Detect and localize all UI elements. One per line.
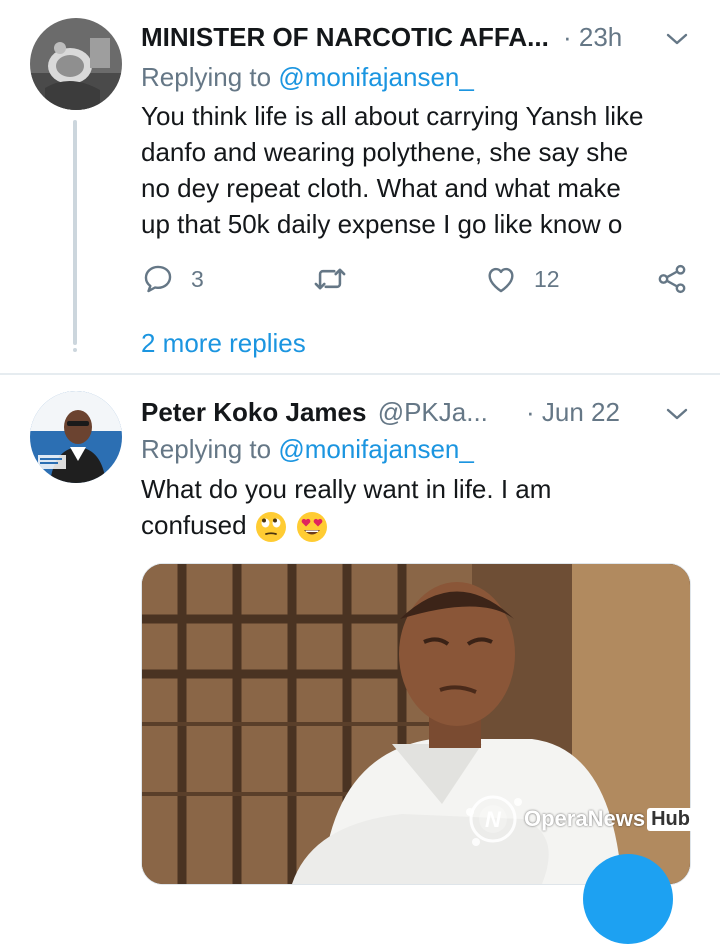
avatar-photo [30,391,122,483]
tweet-text-line: no dey repeat cloth. What and what make [141,173,621,203]
chevron-down-icon[interactable] [665,402,689,426]
tweet-text-line-2: confused [141,507,551,544]
replying-handle-link[interactable]: @monifajansen_ [278,434,474,464]
author-name-line: Peter Koko James @PKJa... [141,397,488,428]
tweet-text-line: danfo and wearing polythene, she say she [141,137,629,167]
more-replies-link[interactable]: 2 more replies [141,328,306,359]
avatar-photo [30,18,122,110]
replying-handle-link[interactable]: @monifajansen_ [278,62,474,92]
like-count: 12 [534,265,560,292]
replying-to: Replying to @monifajansen_ [141,434,474,465]
thread-dots [73,326,77,359]
chevron-down-icon[interactable] [665,27,689,51]
share-icon [658,264,686,294]
opera-news-logo-icon: N [466,795,522,846]
replying-prefix: Replying to [141,434,279,464]
share-button[interactable] [655,262,689,296]
tweet-text-line: up that 50k daily expense I go like know… [141,209,623,239]
tweet-minister[interactable]: MINISTER OF NARCOTIC AFFA... · 23h Reply… [0,0,720,373]
watermark-brand: OperaNews [524,806,646,831]
avatar[interactable] [30,18,122,110]
opera-news-watermark: N OperaNews Hub [462,788,694,850]
retweet-icon [314,268,346,290]
reply-icon [144,265,172,293]
replying-to: Replying to @monifajansen_ [141,62,474,93]
compose-fab-button[interactable] [583,854,673,944]
like-button[interactable]: 12 [484,262,560,296]
tweet-time[interactable]: · 23h [563,22,622,53]
thread-line [73,120,77,345]
heart-eyes-emoji-icon [297,512,327,543]
avatar[interactable] [30,391,122,483]
tweet-text: You think life is all about carrying Yan… [141,98,643,242]
tweet-text: What do you really want in life. I am co… [141,471,551,544]
heart-icon [488,267,514,293]
author-name[interactable]: MINISTER OF NARCOTIC AFFA... [141,22,549,53]
reply-button[interactable]: 3 [141,262,204,296]
retweet-button[interactable] [312,262,348,296]
replying-prefix: Replying to [141,62,279,92]
author-handle[interactable]: @PKJa... [378,397,488,427]
watermark-hub: Hub [647,807,694,831]
reply-count: 3 [191,265,204,292]
author-name[interactable]: Peter Koko James [141,397,366,427]
tweet-text-line: You think life is all about carrying Yan… [141,101,644,131]
tweet-text-confused: confused [141,510,247,540]
svg-text:N: N [485,807,502,832]
tweet-time[interactable]: · Jun 22 [526,397,620,428]
face-with-rolling-eyes-emoji-icon [255,512,286,543]
tweet-text-line: What do you really want in life. I am [141,474,552,504]
